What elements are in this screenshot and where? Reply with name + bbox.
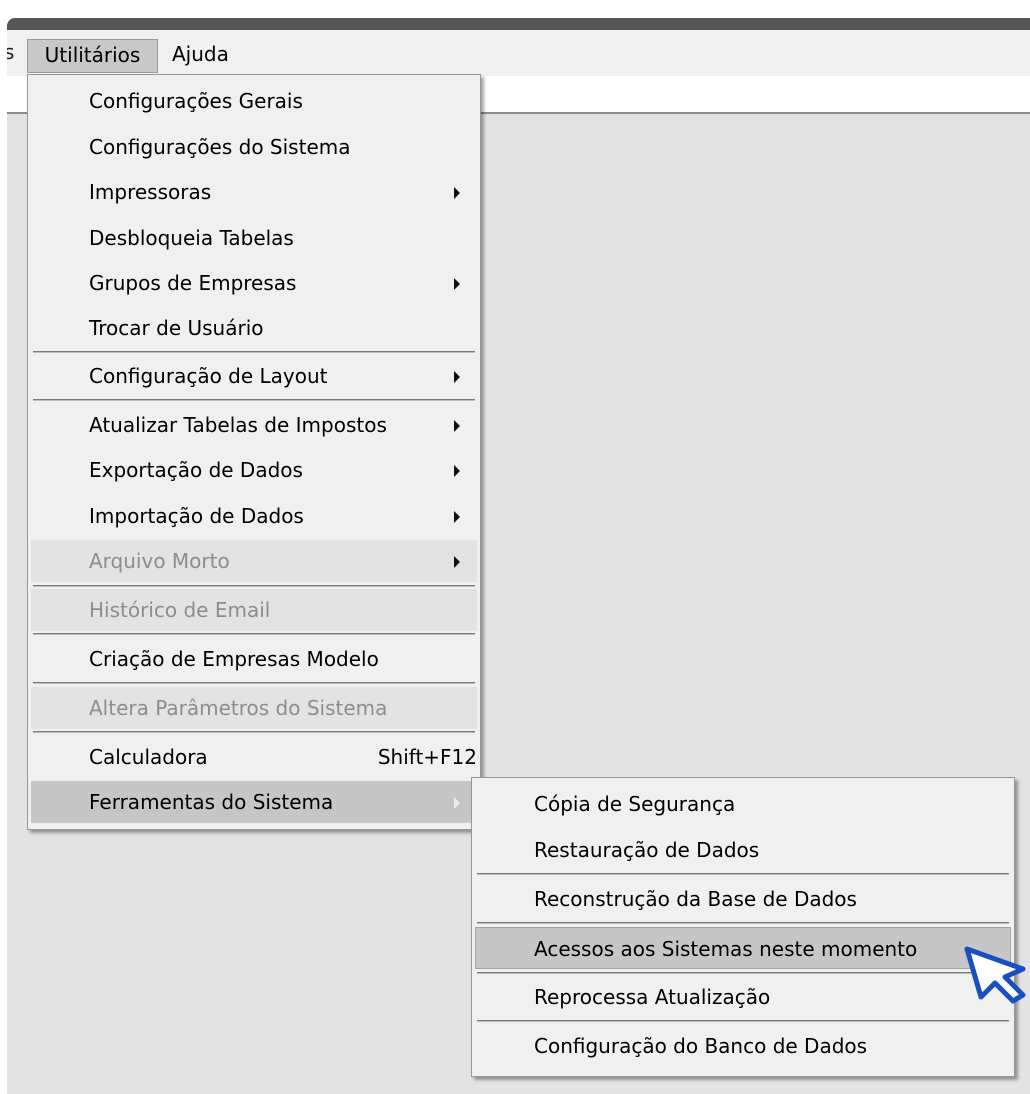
menubar-item-label: Utilitários xyxy=(44,43,141,67)
menu-item-trocar-de-usuario[interactable]: Trocar de Usuário xyxy=(31,307,477,349)
submenu-item-acessos-aos-sistemas[interactable]: Acessos aos Sistemas neste momento xyxy=(475,927,1011,969)
menu-item-ferramentas-do-sistema[interactable]: Ferramentas do Sistema xyxy=(31,781,477,823)
submenu-arrow-icon xyxy=(454,420,460,432)
menu-item-configuracao-de-layout[interactable]: Configuração de Layout xyxy=(31,355,477,397)
menu-item-shortcut: Shift+F12 xyxy=(377,745,477,769)
menu-separator xyxy=(33,633,475,635)
menu-item-exportacao-de-dados[interactable]: Exportação de Dados xyxy=(31,449,477,491)
menu-item-label: Restauração de Dados xyxy=(534,838,760,862)
submenu-item-copia-de-seguranca[interactable]: Cópia de Segurança xyxy=(475,783,1011,825)
menu-item-label: Trocar de Usuário xyxy=(89,316,264,340)
menu-item-label: Configurações Gerais xyxy=(89,89,303,113)
menu-separator xyxy=(477,972,1009,974)
submenu-arrow-icon xyxy=(454,371,460,383)
submenu-item-reconstrucao-da-base-de-dados[interactable]: Reconstrução da Base de Dados xyxy=(475,878,1011,920)
title-bar xyxy=(7,18,1030,30)
menu-separator xyxy=(33,399,475,401)
mouse-pointer-icon xyxy=(964,946,1026,1004)
submenu-arrow-icon xyxy=(454,278,460,290)
menu-item-label: Impressoras xyxy=(89,180,212,204)
menu-separator xyxy=(33,585,475,587)
menu-item-desbloqueia-tabelas[interactable]: Desbloqueia Tabelas xyxy=(31,217,477,259)
menu-item-arquivo-morto[interactable]: Arquivo Morto xyxy=(31,540,477,582)
menu-item-label: Reprocessa Atualização xyxy=(534,985,771,1009)
menu-item-label: Desbloqueia Tabelas xyxy=(89,226,294,250)
menu-item-historico-de-email[interactable]: Histórico de Email xyxy=(31,589,477,631)
menu-separator xyxy=(33,731,475,733)
menu-item-label: Altera Parâmetros do Sistema xyxy=(89,696,388,720)
menu-separator xyxy=(477,922,1009,924)
menu-item-label: Exportação de Dados xyxy=(89,458,303,482)
menu-item-label: Reconstrução da Base de Dados xyxy=(534,887,857,911)
menu-separator xyxy=(477,873,1009,875)
menu-item-altera-parametros-do-sistema[interactable]: Altera Parâmetros do Sistema xyxy=(31,687,477,729)
menu-item-label: Calculadora xyxy=(89,745,208,769)
menu-item-label: Grupos de Empresas xyxy=(89,271,297,295)
menu-item-label: Configurações do Sistema xyxy=(89,135,351,159)
utilitarios-menu: Configurações Gerais Configurações do Si… xyxy=(27,74,481,830)
menu-item-criacao-de-empresas-modelo[interactable]: Criação de Empresas Modelo xyxy=(31,638,477,680)
menu-item-label: Arquivo Morto xyxy=(89,549,230,573)
menu-separator xyxy=(33,351,475,353)
menu-item-calculadora[interactable]: Calculadora Shift+F12 xyxy=(31,736,477,778)
menu-separator xyxy=(33,682,475,684)
submenu-arrow-icon xyxy=(454,511,460,523)
submenu-item-configuracao-do-banco-de-dados[interactable]: Configuração do Banco de Dados xyxy=(475,1025,1011,1067)
menu-item-configuracoes-do-sistema[interactable]: Configurações do Sistema xyxy=(31,126,477,168)
submenu-arrow-icon xyxy=(454,187,460,199)
menu-item-label: Histórico de Email xyxy=(89,598,271,622)
submenu-item-reprocessa-atualizacao[interactable]: Reprocessa Atualização xyxy=(475,976,1011,1018)
menubar-item-ajuda[interactable]: Ajuda xyxy=(172,39,229,71)
menu-item-atualizar-tabelas-de-impostos[interactable]: Atualizar Tabelas de Impostos xyxy=(31,404,477,446)
menu-item-importacao-de-dados[interactable]: Importação de Dados xyxy=(31,495,477,537)
menu-item-grupos-de-empresas[interactable]: Grupos de Empresas xyxy=(31,262,477,304)
menu-item-label: Configuração de Layout xyxy=(89,364,328,388)
submenu-arrow-icon xyxy=(454,556,460,568)
menubar-item-utilitarios[interactable]: Utilitários xyxy=(27,39,158,73)
ferramentas-submenu: Cópia de Segurança Restauração de Dados … xyxy=(471,777,1015,1077)
menubar-partial-item[interactable]: s xyxy=(7,40,14,64)
menu-separator xyxy=(477,1020,1009,1022)
menu-item-label: Configuração do Banco de Dados xyxy=(534,1034,868,1058)
menu-item-configuracoes-gerais[interactable]: Configurações Gerais xyxy=(31,80,477,122)
menu-item-label: Atualizar Tabelas de Impostos xyxy=(89,413,387,437)
menu-item-label: Importação de Dados xyxy=(89,504,304,528)
menu-item-label: Ferramentas do Sistema xyxy=(89,790,334,814)
menu-bar: s Utilitários Ajuda xyxy=(7,30,1030,76)
menu-item-label: Acessos aos Sistemas neste momento xyxy=(534,937,918,961)
menu-item-label: Criação de Empresas Modelo xyxy=(89,647,379,671)
submenu-arrow-icon xyxy=(454,465,460,477)
submenu-item-restauracao-de-dados[interactable]: Restauração de Dados xyxy=(475,829,1011,871)
submenu-arrow-icon xyxy=(454,797,460,809)
menu-item-impressoras[interactable]: Impressoras xyxy=(31,171,477,213)
menubar-item-label: Ajuda xyxy=(172,42,229,66)
menu-item-label: Cópia de Segurança xyxy=(534,792,736,816)
